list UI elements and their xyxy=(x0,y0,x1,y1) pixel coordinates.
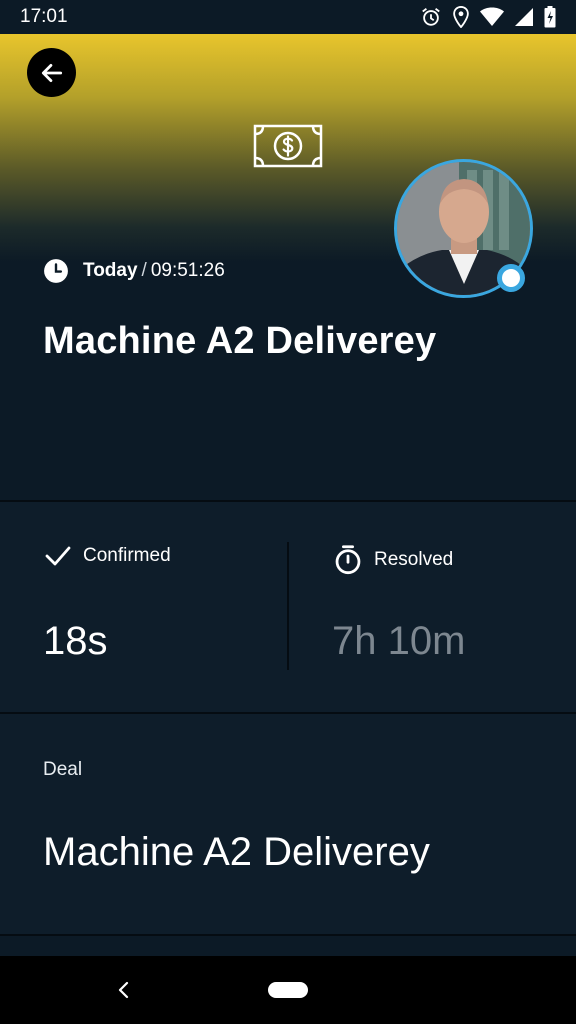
checkmark-icon xyxy=(45,546,71,566)
signal-icon xyxy=(515,8,533,26)
resolved-value: 7h 10m xyxy=(332,619,466,663)
deal-value: Machine A2 Deliverey xyxy=(43,830,430,874)
confirmed-label: Confirmed xyxy=(83,545,171,566)
resolved-label: Resolved xyxy=(374,549,454,570)
nav-home-button[interactable] xyxy=(268,982,308,998)
stopwatch-icon xyxy=(335,545,361,575)
time-separator: / xyxy=(141,260,147,281)
confirmed-label-row: Confirmed xyxy=(45,545,171,567)
deal-card: Deal Machine A2 Deliverey xyxy=(0,714,576,934)
timestamp-row: Today/09:51:26 xyxy=(43,258,225,284)
arrow-left-icon xyxy=(41,63,62,82)
event-time: 09:51:26 xyxy=(150,260,225,281)
resolved-stat: Resolved 7h 10m xyxy=(289,502,576,712)
nav-back-icon[interactable] xyxy=(115,980,133,1000)
money-bill-icon xyxy=(253,124,323,168)
battery-icon xyxy=(544,6,556,28)
status-time: 17:01 xyxy=(20,6,68,27)
alarm-icon xyxy=(422,8,440,26)
online-status-dot xyxy=(497,264,525,292)
divider xyxy=(0,934,576,936)
confirmed-value: 18s xyxy=(43,619,108,663)
wifi-icon xyxy=(480,7,504,26)
clock-icon xyxy=(44,259,68,283)
status-bar: 17:01 xyxy=(0,0,576,34)
stats-card: Confirmed 18s Resolved 7h 10m xyxy=(0,502,576,712)
resolved-label-row: Resolved xyxy=(334,545,453,575)
status-icons xyxy=(420,6,556,28)
deal-label: Deal xyxy=(43,759,83,780)
page-title: Machine A2 Deliverey xyxy=(43,320,437,362)
back-button[interactable] xyxy=(27,48,76,97)
confirmed-stat: Confirmed 18s xyxy=(0,502,287,712)
system-nav-bar xyxy=(0,956,576,1024)
day-label: Today xyxy=(83,260,138,281)
location-icon xyxy=(453,6,469,28)
